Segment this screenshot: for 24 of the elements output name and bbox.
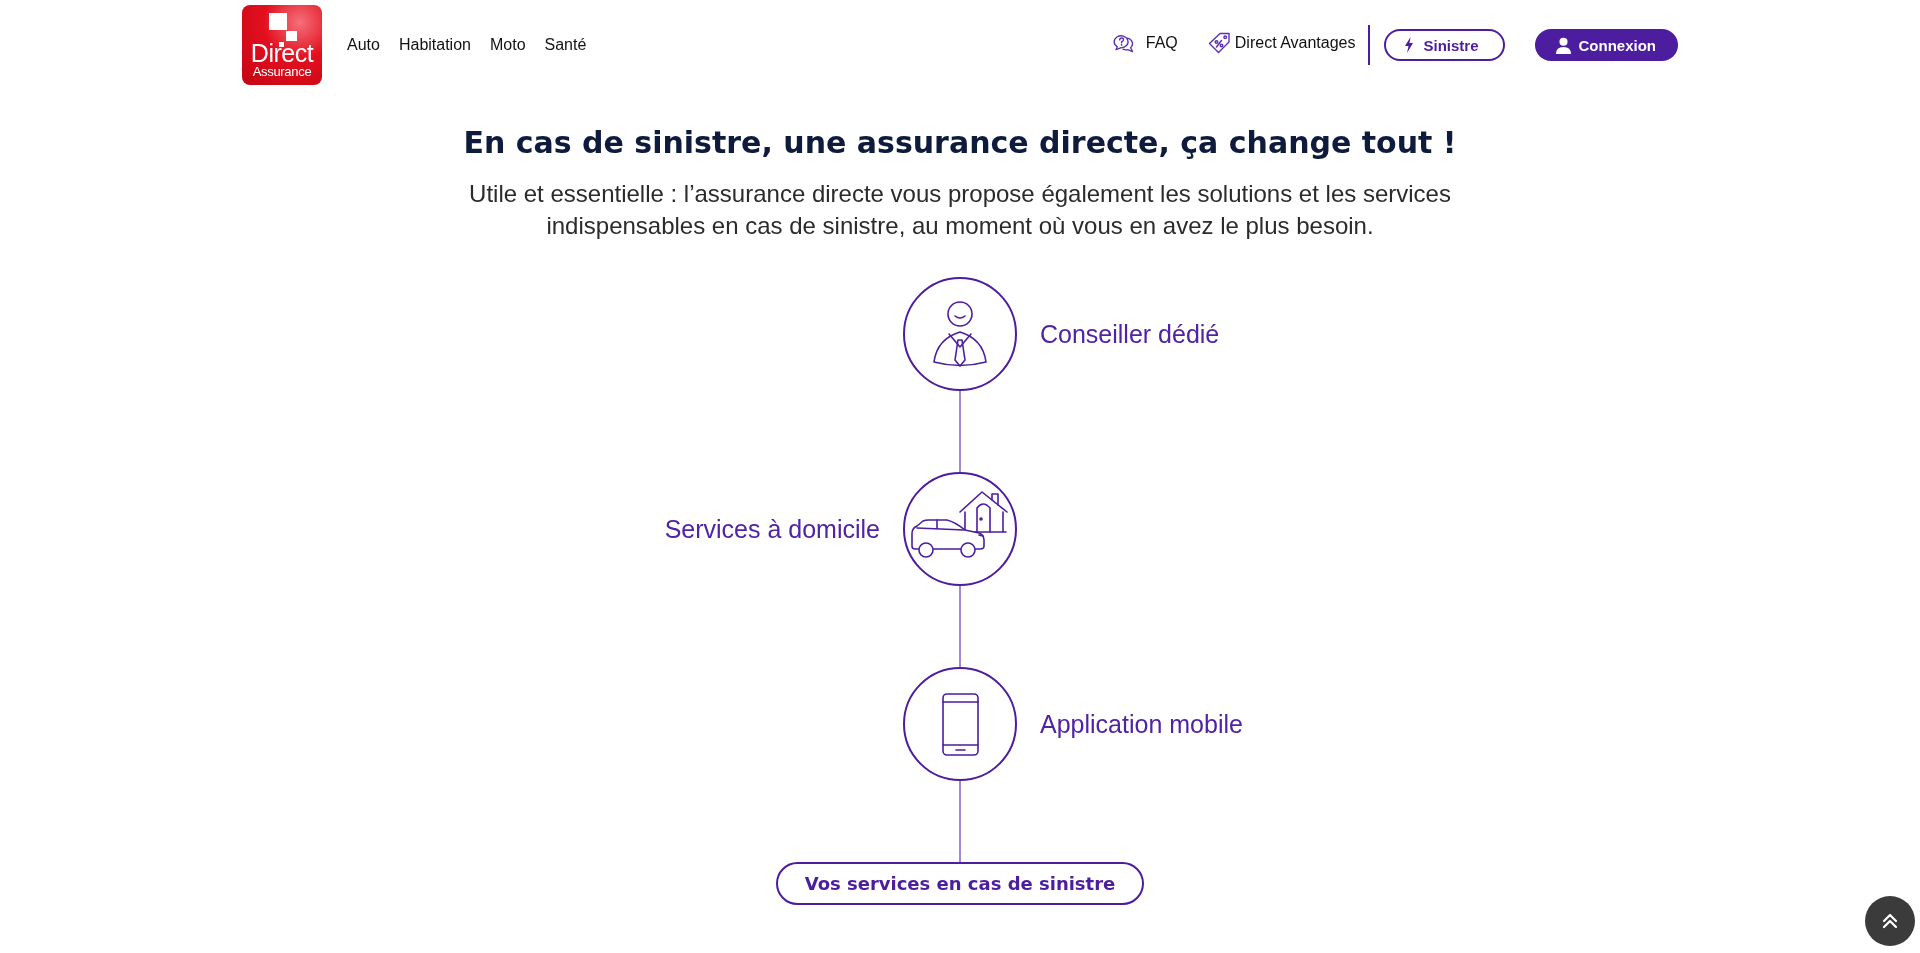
brand-logo[interactable]: Direct Assurance (242, 5, 322, 85)
step-label: Conseiller dédié (1040, 319, 1220, 349)
faq-link[interactable]: FAQ (1112, 33, 1178, 53)
person-with-tie-icon (903, 277, 1017, 391)
page-title: En cas de sinistre, une assurance directe, ça change tout ! (462, 125, 1458, 161)
nav-link[interactable]: Santé (544, 36, 587, 54)
speech-bubbles-icon (1112, 33, 1134, 53)
car-and-house-icon (903, 472, 1017, 586)
lightning-bolt-icon (1404, 37, 1415, 53)
intro-text: Utile et essentielle : l’assurance directe vous propose également les solutions et les services indispensables en cas de sinistre, au moment où vous en avez le plus besoin. (468, 179, 1452, 241)
step-label: Services à domicile (664, 514, 880, 544)
nav-link[interactable]: Habitation (398, 36, 471, 54)
login-button[interactable]: Connexion (1534, 29, 1678, 61)
price-tag-icon (1206, 32, 1231, 54)
nav-link[interactable]: Auto (347, 36, 380, 54)
double-chevron-up-icon (1880, 911, 1900, 931)
nav-link[interactable]: Moto (489, 36, 526, 54)
claim-button[interactable]: Sinistre (1384, 29, 1505, 61)
offers-link[interactable]: Direct Avantages (1206, 32, 1356, 54)
services-button[interactable]: Vos services en cas de sinistre (775, 862, 1145, 905)
step-label: Application mobile (1040, 709, 1243, 739)
smartphone-icon (903, 667, 1017, 781)
user-icon (1554, 36, 1572, 54)
scroll-to-top-button[interactable] (1865, 896, 1915, 946)
